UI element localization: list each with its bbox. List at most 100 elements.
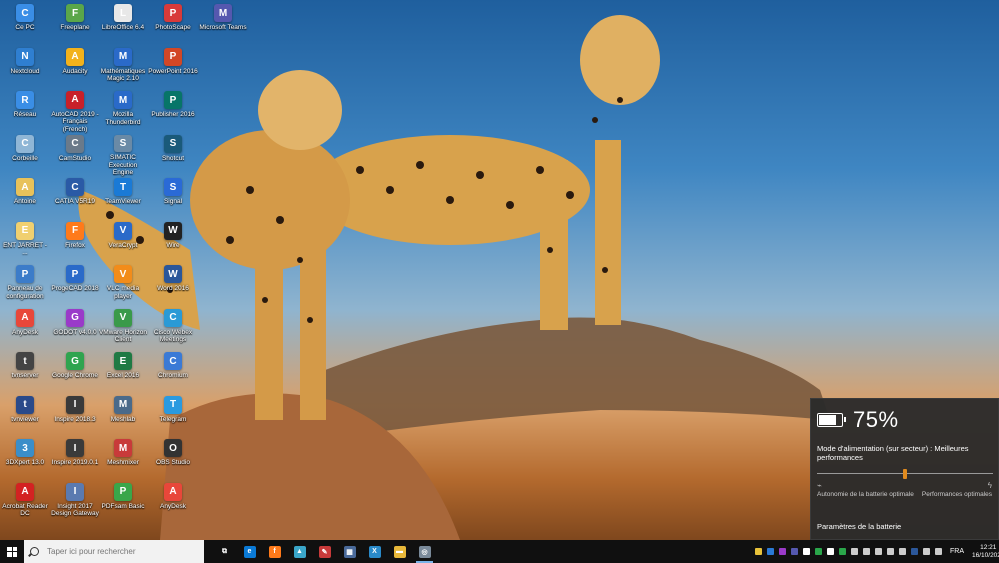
tray-word-icon[interactable] [908,540,920,563]
desktop-shortcut[interactable]: P PDFsam Basic [98,481,148,525]
desktop-shortcut[interactable]: M Mozilla Thunderbird [98,89,148,133]
desktop-shortcut[interactable]: A Acrobat Reader DC [0,481,50,525]
desktop-shortcut[interactable]: P Panneau de configuration [0,263,50,307]
desktop-shortcut[interactable]: V VLC media player [98,263,148,307]
desktop-shortcut[interactable]: S SIMATIC Execution Engine [98,133,148,177]
language-indicator[interactable]: FRA [950,548,964,555]
tray-monitor-icon[interactable] [860,540,872,563]
slider-thumb[interactable] [903,469,907,479]
desktop-shortcut[interactable]: C CATIA V5R19 [50,176,100,220]
desktop-shortcut[interactable]: t tvnserver [0,350,50,394]
desktop-shortcut[interactable]: C CamStudio [50,133,100,177]
vmware-icon: V [114,308,132,327]
tray-edit-icon[interactable] [920,540,932,563]
desktop-shortcut[interactable]: t tvnviewer [0,394,50,438]
desktop-shortcut[interactable]: R Réseau [0,89,50,133]
taskbar-app-button[interactable]: ⧉ [212,540,237,563]
desktop-shortcut-label: Microsoft Teams [199,24,247,31]
desktop-shortcut[interactable]: E Excel 2016 [98,350,148,394]
file-explorer-icon: ▬ [393,545,406,558]
search-icon [30,547,39,556]
tray-volume-icon[interactable] [884,540,896,563]
desktop-shortcut[interactable]: A Audacity [50,46,100,90]
battery-settings-link[interactable]: Paramètres de la batterie [817,522,901,531]
desktop-shortcut[interactable]: M Meshlab [98,394,148,438]
tray-shield-icon[interactable] [812,540,824,563]
desktop-shortcut[interactable]: I Inspire 2019.0.1 [50,437,100,481]
desktop-shortcut[interactable]: T Telegram [148,394,198,438]
taskbar-app-button[interactable]: ▬ [387,540,412,563]
taskbar-app-button[interactable]: ▦ [337,540,362,563]
tray-cloud-icon[interactable] [824,540,836,563]
start-button[interactable] [0,540,24,563]
recycle-bin-icon: C [16,134,34,153]
desktop-shortcut[interactable]: C Ce PC [0,2,50,46]
desktop-shortcut-label: SIMATIC Execution Engine [108,154,138,176]
desktop-shortcut[interactable]: W Word 2016 [148,263,198,307]
desktop-shortcut[interactable]: V VMware Horizon Client [98,307,148,351]
taskbar-app-button[interactable]: ✎ [312,540,337,563]
desktop-shortcut[interactable]: A Antoine [0,176,50,220]
desktop-shortcut[interactable]: I Insight 2017 Design Gateway [50,481,100,525]
firefox-icon: F [66,221,84,240]
taskbar-pinned-apps: ⧉ e f ▲ ✎ ▦ X ▬ ◎ [212,540,437,563]
desktop-shortcut[interactable]: S Shotcut [148,133,198,177]
tray-folder-icon[interactable] [752,540,764,563]
desktop-shortcut[interactable]: A AnyDesk [0,307,50,351]
tray-chat-icon[interactable] [800,540,812,563]
taskbar-app-button[interactable]: ◎ [412,540,437,563]
clock[interactable]: 12:21 16/10/2020 [972,544,999,560]
search-input[interactable] [47,547,197,556]
desktop-shortcut[interactable]: W Wire [148,220,198,264]
battery-percent: 75% [853,407,899,432]
desktop-shortcut[interactable]: V VeraCrypt [98,220,148,264]
desktop-shortcut-label: CamStudio [58,154,92,162]
desktop-shortcut[interactable]: F Freeplane [50,2,100,46]
desktop-shortcut[interactable]: C Chromium [148,350,198,394]
power-mode-slider[interactable] [817,469,993,479]
desktop-shortcut[interactable]: O OBS Studio [148,437,198,481]
desktop-shortcut-label: Nextcloud [10,67,40,75]
taskbar-app-button[interactable]: ▲ [287,540,312,563]
document-icon: E [16,221,34,240]
desktop-shortcut[interactable]: C Corbeille [0,133,50,177]
tray-display-icon[interactable] [848,540,860,563]
taskbar-app-button[interactable]: f [262,540,287,563]
power-mode-text: Mode d'alimentation (sur secteur) : Meil… [817,444,969,462]
tray-purple-icon[interactable] [776,540,788,563]
desktop-shortcut[interactable]: M Microsoft Teams [198,2,248,46]
desktop-shortcut[interactable]: A AutoCAD 2019 - Français (French) [50,89,100,133]
desktop-shortcut[interactable]: N Nextcloud [0,46,50,90]
tray-green-icon[interactable] [836,540,848,563]
desktop-shortcut[interactable]: L LibreOffice 6.4 [98,2,148,46]
desktop-shortcut[interactable]: M Mathématiques Magic 2.10 [98,46,148,90]
tray-blue-icon[interactable] [764,540,776,563]
computer-icon: C [16,4,34,22]
desktop-shortcut[interactable]: I Inspire 2018.3 [50,394,100,438]
word-icon: W [164,265,182,283]
desktop-shortcut[interactable]: M Meshmixer [98,437,148,481]
desktop-shortcut[interactable]: G GODOT v4.0.0 [50,307,100,351]
desktop-shortcut[interactable]: P PowerPoint 2016 [148,46,198,90]
desktop-shortcut[interactable]: F Firefox [50,220,100,264]
taskbar-app-button[interactable]: e [237,540,262,563]
desktop-shortcut[interactable]: S Signal [148,176,198,220]
tray-battery-icon[interactable] [932,540,944,563]
tray-teams-icon[interactable] [788,540,800,563]
desktop-shortcut-label: Réseau [13,111,37,118]
taskbar-search[interactable] [24,540,204,563]
desktop-shortcut[interactable]: T TeamViewer [98,176,148,220]
inspire-2019-icon: I [66,439,84,457]
desktop-shortcut[interactable]: P Publisher 2016 [148,89,198,133]
desktop-shortcut[interactable]: A AnyDesk [148,481,198,525]
desktop-shortcut[interactable]: P ProgeCAD 2018 [50,263,100,307]
desktop-shortcut[interactable]: P PhotoScape [148,2,198,46]
desktop-shortcut[interactable]: C Cisco Webex Meetings [148,307,198,351]
tray-wifi-icon[interactable] [896,540,908,563]
desktop-shortcut[interactable]: G Google Chrome [50,350,100,394]
tray-globe-icon[interactable] [872,540,884,563]
desktop-shortcut-label: VeraCrypt [108,241,138,249]
desktop-shortcut[interactable]: E ENT JARRET - ... [0,220,50,264]
taskbar-app-button[interactable]: X [362,540,387,563]
desktop-shortcut[interactable]: 3 3DXpert 13.0 [0,437,50,481]
